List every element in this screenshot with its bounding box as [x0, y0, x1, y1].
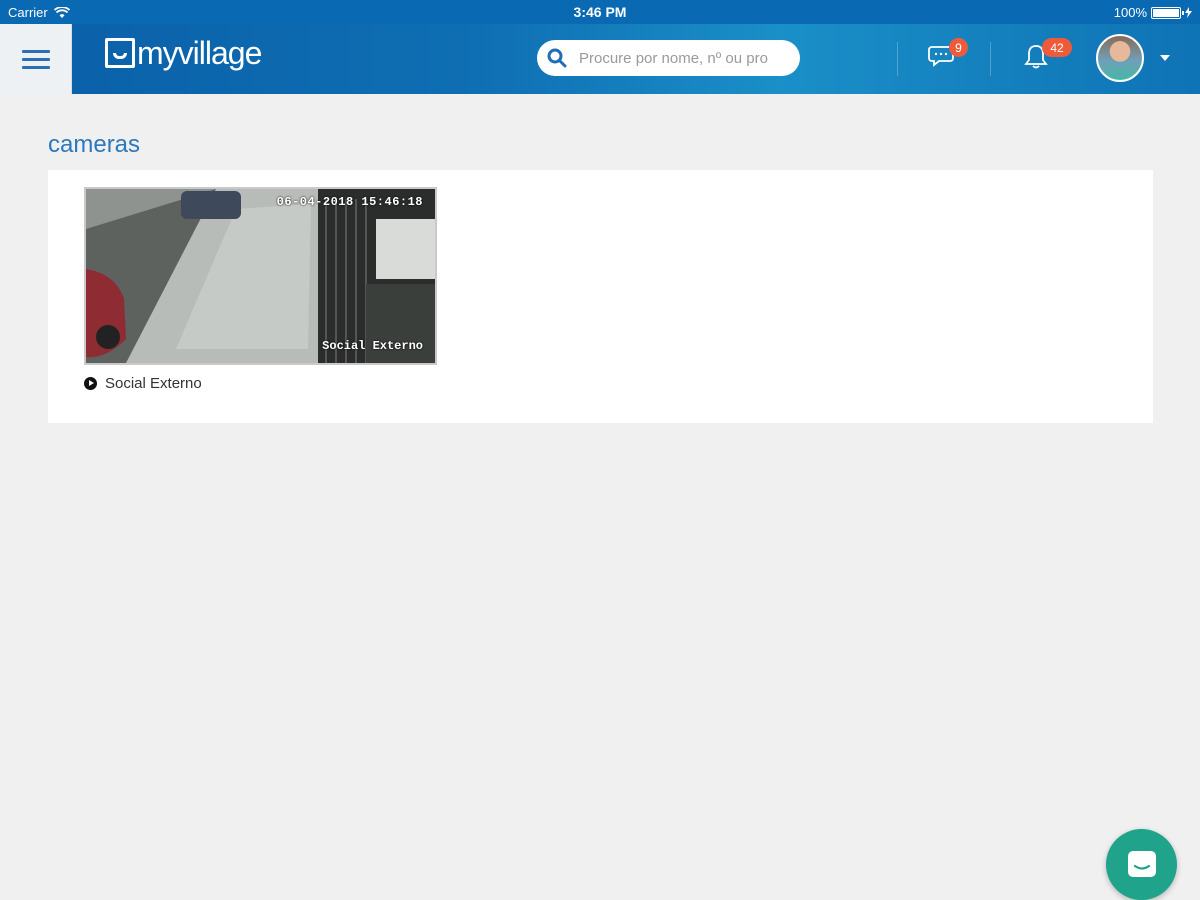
camera-link[interactable]: Social Externo	[84, 375, 202, 392]
battery-indicator: 100%	[1114, 5, 1192, 20]
battery-icon	[1151, 6, 1184, 19]
header-divider	[897, 42, 898, 76]
messages-button[interactable]: 9	[928, 38, 968, 75]
chat-icon	[1127, 850, 1156, 877]
notifications-button[interactable]: 42	[1024, 38, 1072, 75]
search-icon[interactable]	[537, 48, 577, 68]
menu-button[interactable]	[0, 24, 72, 94]
page-title: cameras	[48, 131, 141, 158]
hamburger-icon	[21, 45, 50, 74]
chevron-down-icon[interactable]	[1160, 55, 1170, 61]
camera-label-overlay: Social Externo	[322, 339, 423, 353]
camera-name: Social Externo	[105, 375, 202, 392]
search-bar[interactable]	[537, 40, 800, 76]
camera-timestamp-overlay: 06-04-2018 15:46:18	[276, 195, 423, 209]
logo-text: myvillage	[137, 35, 262, 71]
notifications-badge: 42	[1042, 38, 1072, 57]
clock: 3:46 PM	[573, 4, 627, 20]
header-divider	[990, 42, 991, 76]
search-input[interactable]	[577, 48, 791, 68]
support-chat-button[interactable]	[1106, 829, 1177, 900]
user-avatar[interactable]	[1096, 34, 1144, 82]
status-bar: Carrier 3:46 PM 100%	[0, 0, 1200, 24]
app-logo[interactable]: myvillage	[105, 35, 262, 71]
play-circle-icon	[84, 377, 97, 390]
charging-bolt-icon	[1185, 7, 1192, 18]
camera-thumbnail[interactable]: 06-04-2018 15:46:18 Social Externo	[84, 187, 437, 365]
battery-percent: 100%	[1113, 5, 1147, 20]
camera-feed-image	[86, 189, 435, 363]
app-header: myvillage 9 42	[0, 24, 1200, 94]
messages-badge: 9	[949, 38, 968, 57]
cameras-panel: 06-04-2018 15:46:18 Social Externo Socia…	[48, 170, 1153, 423]
logo-mark-icon	[105, 38, 135, 68]
